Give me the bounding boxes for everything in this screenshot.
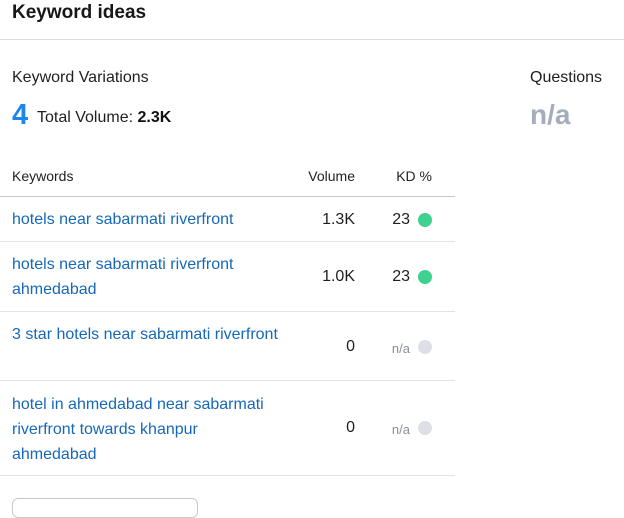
- panel-title: Keyword ideas: [12, 2, 147, 23]
- table-row: 3 star hotels near sabarmati riverfront …: [0, 312, 455, 381]
- table-row: hotel in ahmedabad near sabarmati riverf…: [0, 381, 455, 476]
- keyword-link[interactable]: hotels near sabarmati riverfront ahmedab…: [12, 252, 282, 302]
- difficulty-dot-icon: [418, 421, 432, 435]
- volume-value: 0: [346, 419, 355, 436]
- keyword-variations-label: Keyword Variations: [12, 69, 149, 86]
- total-volume: Total Volume: 2.3K: [37, 108, 171, 128]
- total-volume-value: 2.3K: [137, 109, 172, 126]
- difficulty-dot-icon: [418, 270, 432, 284]
- kd-value: n/a: [391, 422, 410, 437]
- panel-header: Keyword ideas: [0, 0, 624, 40]
- total-volume-label: Total Volume:: [37, 109, 134, 126]
- difficulty-dot-icon: [418, 213, 432, 227]
- kd-value: 23: [392, 268, 410, 285]
- column-volume[interactable]: Volume: [308, 168, 355, 184]
- volume-value: 1.0K: [322, 268, 355, 285]
- column-keywords: Keywords: [12, 168, 74, 184]
- table-row: hotels near sabarmati riverfront ahmedab…: [0, 242, 455, 312]
- kd-value: n/a: [391, 341, 410, 356]
- questions-label: Questions: [530, 69, 603, 86]
- keyword-link[interactable]: 3 star hotels near sabarmati riverfront: [12, 322, 282, 347]
- kd-value: 23: [392, 211, 410, 228]
- keyword-link[interactable]: hotels near sabarmati riverfront: [12, 207, 282, 232]
- table-row: hotels near sabarmati riverfront 1.3K 23: [0, 197, 455, 242]
- volume-value: 0: [346, 338, 355, 355]
- questions-value: n/a: [530, 99, 571, 130]
- table-header: Keywords Volume KD %: [0, 160, 455, 197]
- volume-value: 1.3K: [322, 211, 355, 228]
- difficulty-dot-icon: [418, 340, 432, 354]
- view-all-button[interactable]: [12, 498, 198, 518]
- keywords-table: Keywords Volume KD % hotels near sabarma…: [0, 160, 455, 476]
- column-kd[interactable]: KD %: [396, 168, 432, 184]
- keyword-link[interactable]: hotel in ahmedabad near sabarmati riverf…: [12, 392, 282, 467]
- variations-count[interactable]: 4: [12, 97, 28, 133]
